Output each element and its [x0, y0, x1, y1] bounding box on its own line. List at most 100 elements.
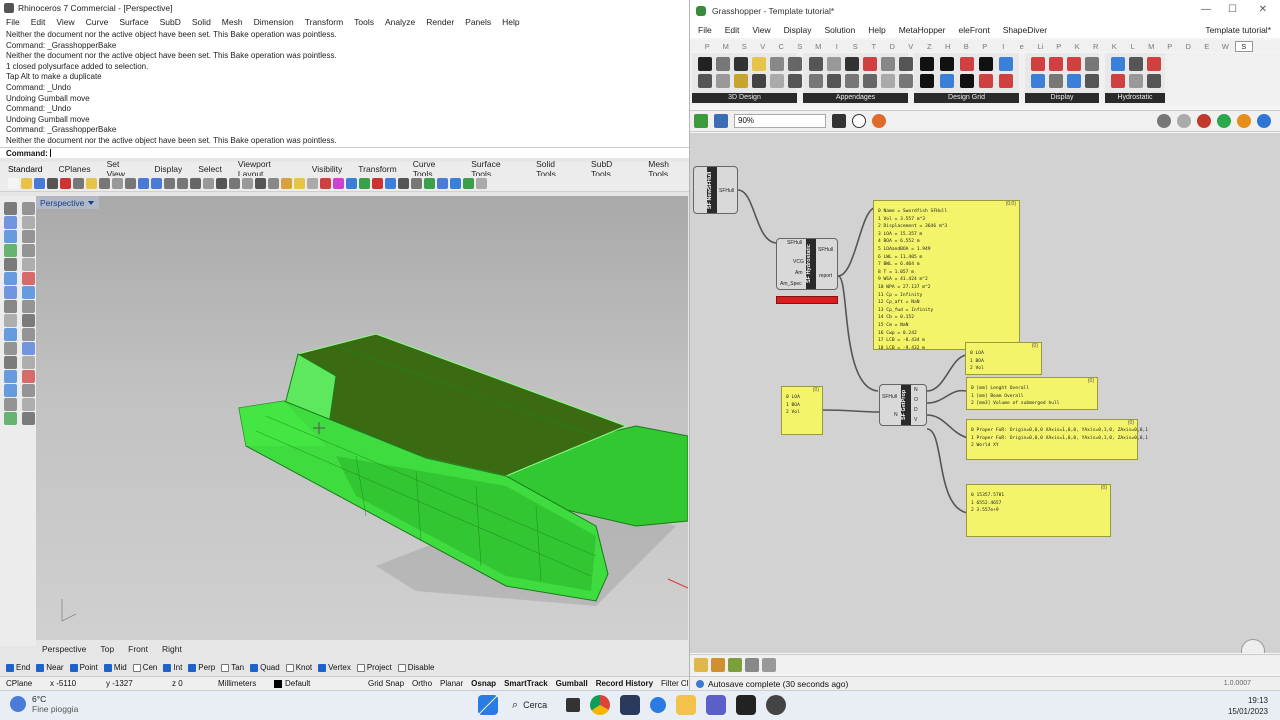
perspective-viewport[interactable]: Perspective	[36, 196, 688, 640]
component-4-0-icon[interactable]	[1111, 57, 1125, 71]
side-tool-13-icon[interactable]	[22, 286, 35, 299]
osnap-near-checkbox[interactable]	[36, 663, 45, 672]
app-icon[interactable]	[766, 695, 786, 715]
gh-menu-help[interactable]: Help	[868, 25, 885, 35]
gh-category-tab-21[interactable]: R	[1087, 42, 1106, 51]
tab-transform[interactable]: Transform	[358, 164, 396, 174]
component-1-1-icon[interactable]	[809, 74, 823, 88]
status-toggle-filter[interactable]: Filter	[661, 679, 679, 688]
node-sf-getprop[interactable]: SFHull N SF GetProp N O D V	[879, 384, 927, 426]
side-tool-23-icon[interactable]	[22, 356, 35, 369]
gh-canvas[interactable]: SF NewSFHull SFHull SFHull VCG Am Am_Spe…	[690, 133, 1280, 653]
toolbar-tool-11-icon[interactable]	[151, 178, 162, 189]
toolbar-tool-22-icon[interactable]	[294, 178, 305, 189]
todo-icon[interactable]	[650, 697, 666, 713]
rhino-menu-mesh[interactable]: Mesh	[222, 17, 243, 27]
component-2-9-icon[interactable]	[999, 74, 1014, 88]
toolbar-tool-34-icon[interactable]	[450, 178, 461, 189]
component-3-3-icon[interactable]	[1049, 74, 1063, 88]
toolbar-tool-30-icon[interactable]	[398, 178, 409, 189]
toolbar-tool-6-icon[interactable]	[86, 178, 97, 189]
view-tab-perspective[interactable]: Perspective	[42, 644, 86, 654]
rhino-menu-help[interactable]: Help	[502, 17, 519, 27]
component-2-2-icon[interactable]	[939, 57, 954, 71]
component-1-6-icon[interactable]	[863, 57, 877, 71]
osnap-quad-checkbox[interactable]	[250, 663, 259, 672]
gh-category-tab-26[interactable]: D	[1179, 42, 1198, 51]
osnap-near[interactable]: Near	[36, 663, 64, 672]
gh-category-tab-24[interactable]: M	[1142, 42, 1161, 51]
open-file-icon[interactable]	[694, 114, 708, 128]
component-0-7-icon[interactable]	[752, 74, 766, 88]
side-tool-15-icon[interactable]	[22, 300, 35, 313]
toolbar-tool-7-icon[interactable]	[99, 178, 110, 189]
status-layer[interactable]: Default	[268, 679, 368, 688]
component-0-3-icon[interactable]	[716, 74, 730, 88]
component-1-4-icon[interactable]	[845, 57, 859, 71]
toolbar-tool-31-icon[interactable]	[411, 178, 422, 189]
osnap-disable[interactable]: Disable	[397, 663, 434, 672]
side-tool-29-icon[interactable]	[22, 398, 35, 411]
rhino-menu-transform[interactable]: Transform	[305, 17, 343, 27]
component-2-1-icon[interactable]	[920, 74, 934, 88]
component-1-8-icon[interactable]	[881, 57, 895, 71]
gh-category-tab-5[interactable]: S	[791, 42, 810, 51]
panel-values[interactable]: {0} 0 15357.5781 1 6552.4657 2 3.557e+9	[966, 484, 1111, 537]
grasshopper-taskbar-icon[interactable]	[736, 695, 756, 715]
toolbar-tool-20-icon[interactable]	[268, 178, 279, 189]
gh-category-tab-2[interactable]: S	[735, 42, 754, 51]
gh-menu-metahopper[interactable]: MetaHopper	[899, 25, 946, 35]
component-0-8-icon[interactable]	[770, 57, 784, 71]
osnap-mid-checkbox[interactable]	[103, 663, 112, 672]
component-3-0-icon[interactable]	[1031, 57, 1045, 71]
maximize-icon[interactable]: ☐	[1228, 4, 1237, 15]
side-tool-10-icon[interactable]	[4, 272, 17, 285]
side-tool-8-icon[interactable]	[4, 258, 17, 271]
component-1-0-icon[interactable]	[809, 57, 823, 71]
component-3-6-icon[interactable]	[1085, 57, 1099, 71]
gh-document-name[interactable]: Template tutorial*	[1205, 25, 1271, 35]
component-1-10-icon[interactable]	[899, 57, 913, 71]
component-4-2-icon[interactable]	[1129, 57, 1143, 71]
component-0-6-icon[interactable]	[752, 57, 766, 71]
toolbar-tool-19-icon[interactable]	[255, 178, 266, 189]
rhino-menu-curve[interactable]: Curve	[86, 17, 109, 27]
eye-preview-icon[interactable]	[852, 114, 866, 128]
gh-menu-edit[interactable]: Edit	[725, 25, 740, 35]
toolbar-tool-33-icon[interactable]	[437, 178, 448, 189]
side-tool-0-icon[interactable]	[4, 202, 17, 215]
status-toggle-gumball[interactable]: Gumball	[556, 679, 588, 688]
component-1-3-icon[interactable]	[827, 74, 841, 88]
osnap-perp[interactable]: Perp	[188, 663, 215, 672]
gh-category-tab-15[interactable]: P	[976, 42, 995, 51]
toolbar-tool-2-icon[interactable]	[34, 178, 45, 189]
toolbar-tool-28-icon[interactable]	[372, 178, 383, 189]
component-3-2-icon[interactable]	[1049, 57, 1063, 71]
osnap-knot[interactable]: Knot	[285, 663, 312, 672]
rhino-menu-solid[interactable]: Solid	[192, 17, 211, 27]
zoom-field[interactable]: 90%	[734, 114, 826, 128]
gh-category-tab-14[interactable]: B	[957, 42, 976, 51]
toolbar-tool-8-icon[interactable]	[112, 178, 123, 189]
panel-names-short[interactable]: {0} 0 LOA 1 BOA 2 Vol	[965, 342, 1042, 375]
component-3-4-icon[interactable]	[1067, 57, 1081, 71]
windows-start-icon[interactable]	[478, 695, 498, 715]
status-toggle-ortho[interactable]: Ortho	[412, 679, 432, 688]
rhino-menu-analyze[interactable]: Analyze	[385, 17, 415, 27]
osnap-end-checkbox[interactable]	[6, 663, 14, 672]
tab-select[interactable]: Select	[198, 164, 222, 174]
toolbar-tool-3-icon[interactable]	[47, 178, 58, 189]
osnap-perp-checkbox[interactable]	[188, 663, 197, 672]
view-tab-top[interactable]: Top	[100, 644, 114, 654]
ribbon-group-label[interactable]: Hydrostatic	[1105, 93, 1165, 103]
gh-menu-elefront[interactable]: eleFront	[959, 25, 990, 35]
gh-category-tab-23[interactable]: L	[1124, 42, 1143, 51]
tab-visibility[interactable]: Visibility	[312, 164, 343, 174]
component-0-4-icon[interactable]	[734, 57, 748, 71]
toolbar-tool-23-icon[interactable]	[307, 178, 318, 189]
toolbar-tool-17-icon[interactable]	[229, 178, 240, 189]
component-4-3-icon[interactable]	[1129, 74, 1143, 88]
toolbar-tool-18-icon[interactable]	[242, 178, 253, 189]
side-tool-3-icon[interactable]	[22, 216, 35, 229]
node-sf-hydrostatic[interactable]: SFHull VCG Am Am_Spec SF Hydrostatic SFH…	[776, 238, 838, 290]
